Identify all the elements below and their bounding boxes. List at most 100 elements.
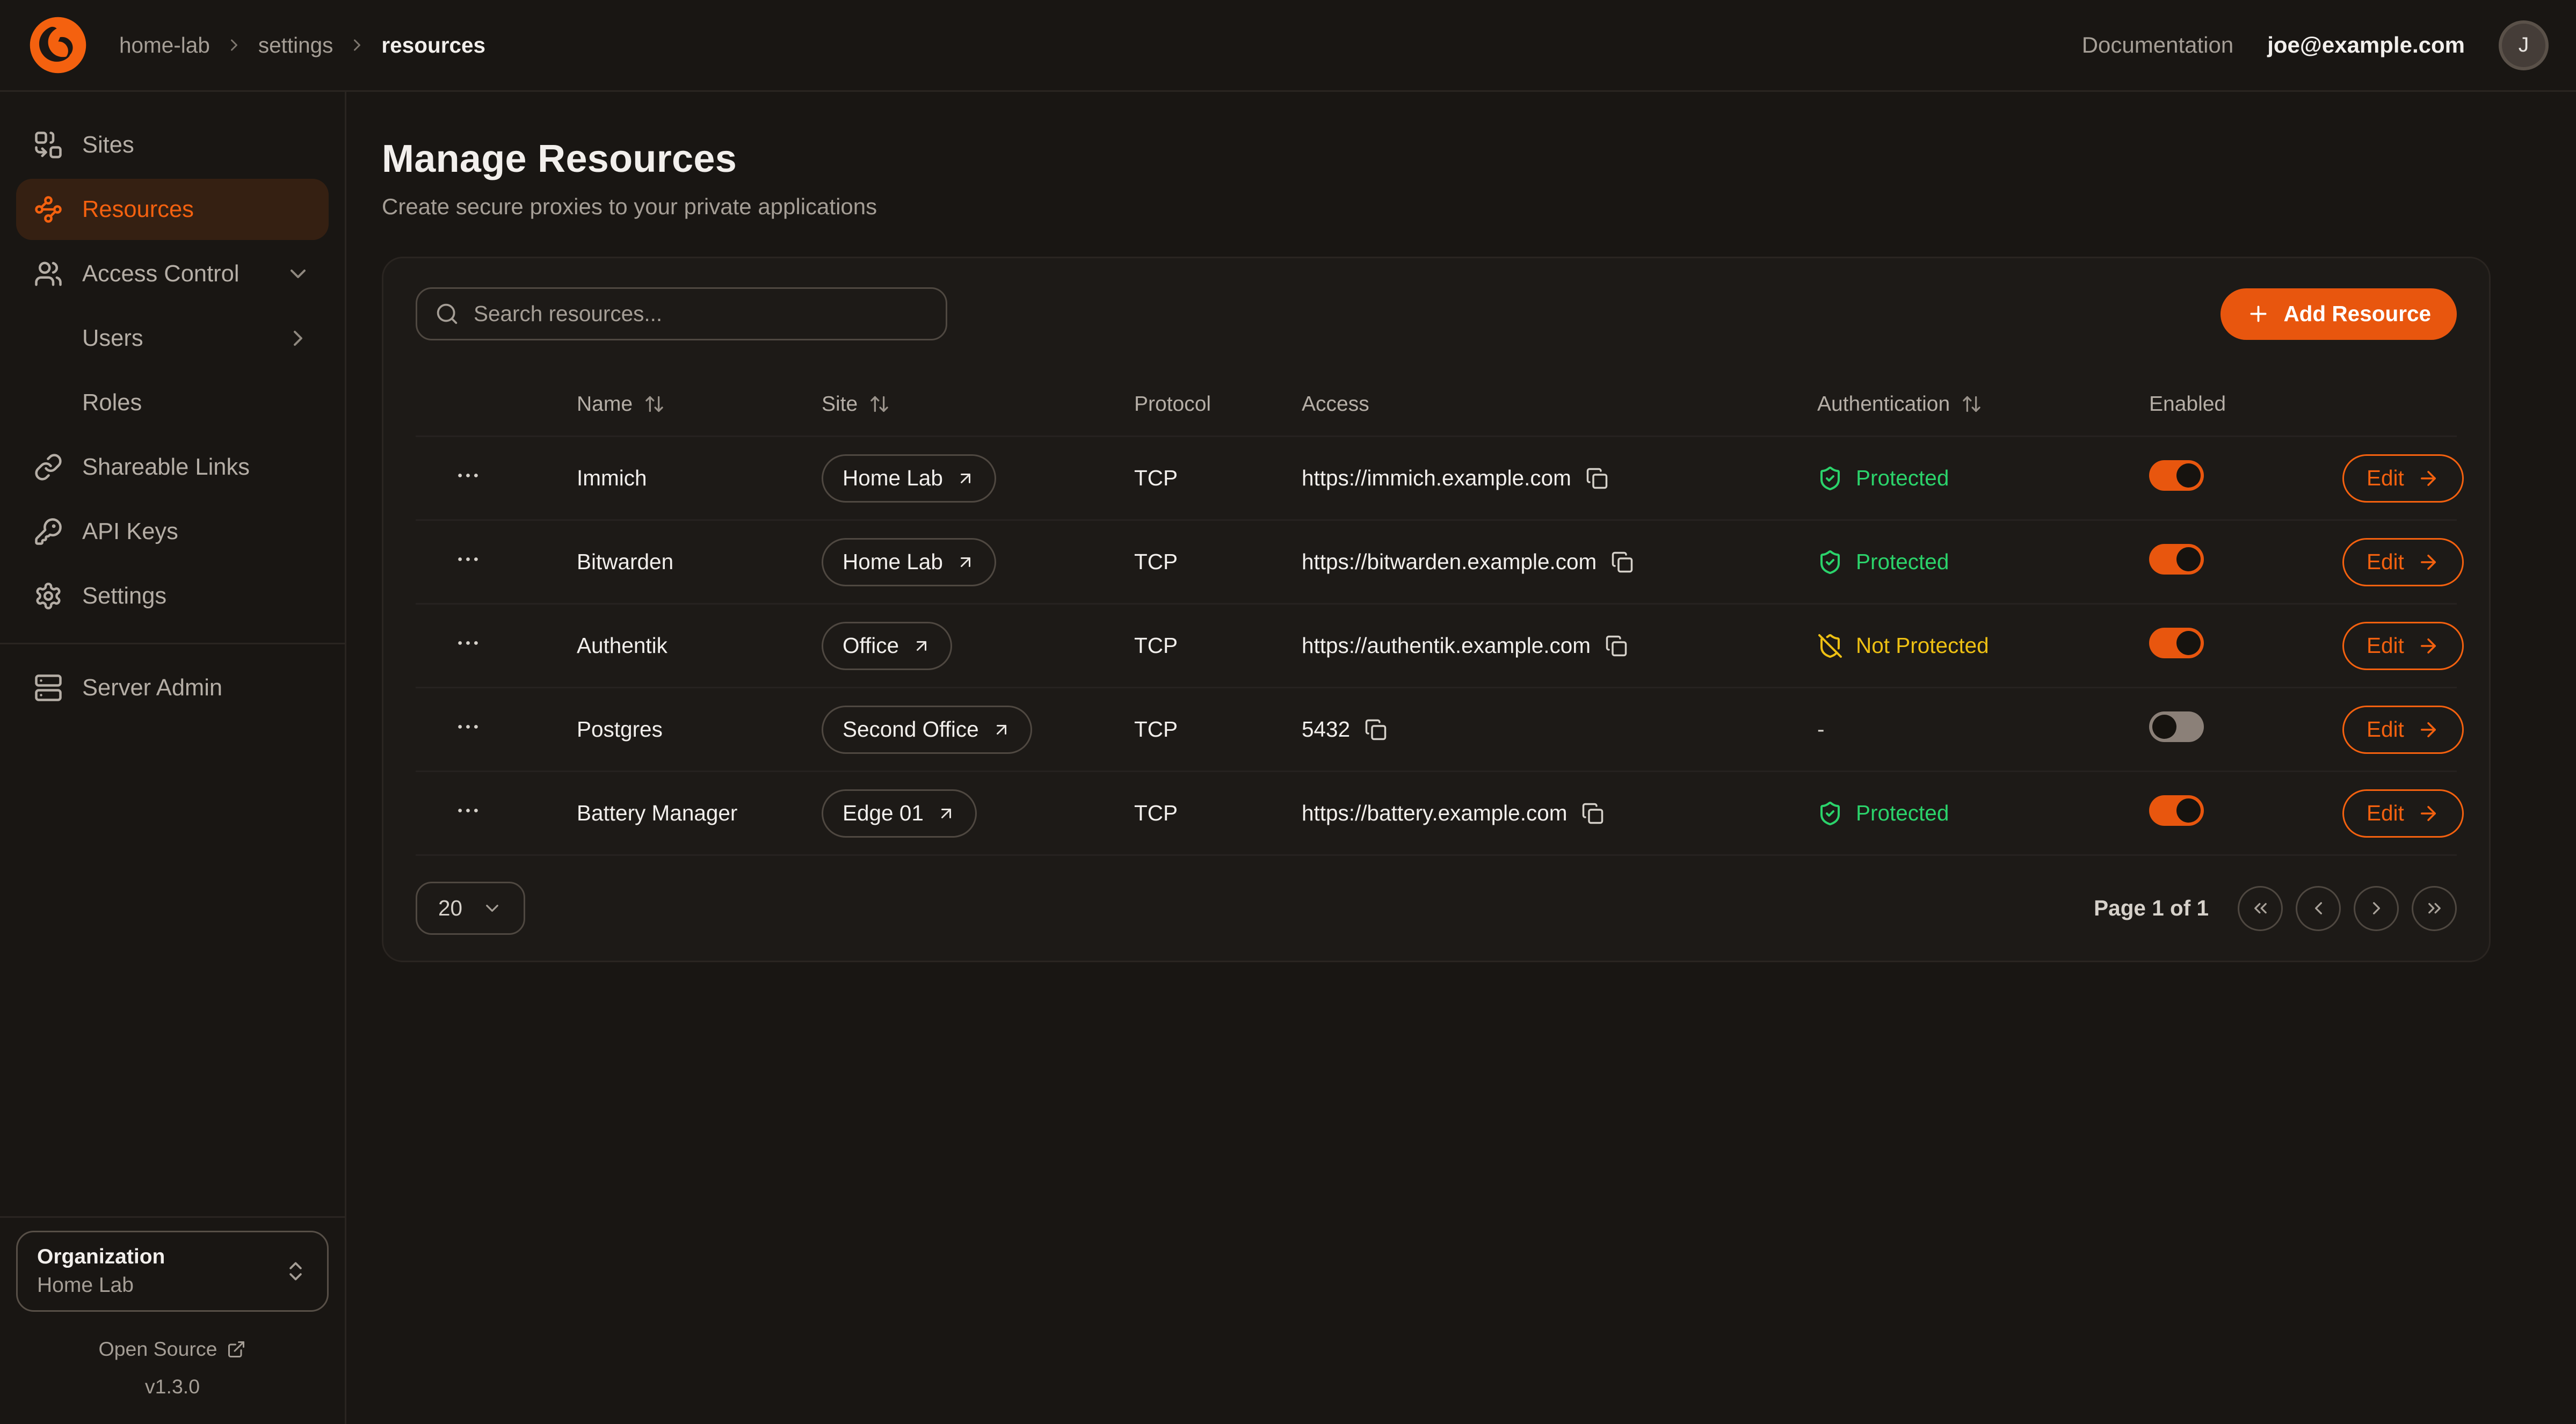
breadcrumb-settings[interactable]: settings bbox=[258, 33, 333, 58]
sidebar: Sites Resources Access Control Users Rol… bbox=[0, 92, 346, 1424]
previous-page-button[interactable] bbox=[2296, 886, 2341, 931]
site-link[interactable]: Home Lab bbox=[822, 538, 996, 586]
arrow-up-right-icon bbox=[937, 804, 956, 823]
sidebar-item-label: Sites bbox=[82, 132, 134, 158]
plus-icon bbox=[2246, 302, 2270, 326]
copy-icon[interactable] bbox=[1605, 635, 1628, 657]
auth-status: Not Protected bbox=[1817, 633, 2149, 659]
site-link[interactable]: Second Office bbox=[822, 706, 1032, 754]
auth-status-label: Protected bbox=[1856, 801, 1949, 826]
row-actions-button[interactable] bbox=[454, 546, 482, 573]
ellipsis-icon bbox=[454, 797, 482, 824]
next-page-button[interactable] bbox=[2354, 886, 2399, 931]
column-header-protocol: Protocol bbox=[1134, 393, 1302, 416]
search-icon bbox=[435, 302, 459, 326]
auth-status-label: Not Protected bbox=[1856, 633, 1989, 658]
arrow-up-right-icon bbox=[912, 636, 931, 656]
gear-icon bbox=[34, 582, 63, 611]
sidebar-item-users[interactable]: Users bbox=[16, 308, 329, 369]
copy-icon[interactable] bbox=[1365, 718, 1387, 741]
arrow-right-icon bbox=[2417, 467, 2440, 490]
pagination: 20 Page 1 of 1 bbox=[416, 882, 2457, 935]
site-link[interactable]: Office bbox=[822, 622, 952, 670]
organization-selector[interactable]: Organization Home Lab bbox=[16, 1231, 329, 1312]
column-header-access: Access bbox=[1302, 393, 1817, 416]
enabled-toggle[interactable] bbox=[2149, 711, 2204, 742]
row-actions-button[interactable] bbox=[454, 797, 482, 824]
key-icon bbox=[34, 517, 63, 546]
enabled-toggle[interactable] bbox=[2149, 460, 2204, 491]
sidebar-item-sites[interactable]: Sites bbox=[16, 114, 329, 176]
site-link[interactable]: Home Lab bbox=[822, 454, 996, 503]
table-row: Authentik Office TCP https://authentik.e… bbox=[416, 605, 2457, 688]
auth-status-label: - bbox=[1817, 717, 1825, 742]
site-name: Home Lab bbox=[843, 466, 943, 491]
sidebar-item-api-keys[interactable]: API Keys bbox=[16, 501, 329, 562]
open-source-link[interactable]: Open Source bbox=[16, 1338, 329, 1361]
ellipsis-icon bbox=[454, 629, 482, 657]
arrow-right-icon bbox=[2417, 635, 2440, 657]
site-name: Edge 01 bbox=[843, 801, 924, 826]
add-resource-button[interactable]: Add Resource bbox=[2221, 288, 2457, 340]
sidebar-item-server-admin[interactable]: Server Admin bbox=[16, 657, 329, 718]
breadcrumb-resources: resources bbox=[381, 33, 485, 58]
chevron-down-icon bbox=[285, 261, 311, 287]
first-page-button[interactable] bbox=[2238, 886, 2283, 931]
avatar[interactable]: J bbox=[2499, 20, 2549, 70]
site-name: Second Office bbox=[843, 717, 979, 742]
shield-off-icon bbox=[1817, 633, 1843, 659]
site-name: Home Lab bbox=[843, 549, 943, 575]
enabled-toggle[interactable] bbox=[2149, 544, 2204, 575]
row-actions-button[interactable] bbox=[454, 629, 482, 657]
access-value: 5432 bbox=[1302, 717, 1350, 742]
edit-button[interactable]: Edit bbox=[2342, 706, 2464, 754]
resource-name: Battery Manager bbox=[577, 801, 822, 826]
edit-button[interactable]: Edit bbox=[2342, 454, 2464, 503]
auth-status: - bbox=[1817, 717, 2149, 742]
organization-label: Organization bbox=[37, 1245, 284, 1269]
sidebar-item-settings[interactable]: Settings bbox=[16, 565, 329, 627]
chevrons-left-icon bbox=[2250, 898, 2271, 919]
site-link[interactable]: Edge 01 bbox=[822, 789, 977, 838]
edit-button[interactable]: Edit bbox=[2342, 622, 2464, 670]
row-actions-button[interactable] bbox=[454, 462, 482, 489]
sidebar-item-shareable-links[interactable]: Shareable Links bbox=[16, 437, 329, 498]
breadcrumb-home-lab[interactable]: home-lab bbox=[119, 33, 210, 58]
sidebar-divider bbox=[0, 1216, 345, 1218]
enabled-toggle[interactable] bbox=[2149, 628, 2204, 658]
user-email[interactable]: joe@example.com bbox=[2267, 32, 2465, 58]
auth-status-label: Protected bbox=[1856, 466, 1949, 491]
copy-icon[interactable] bbox=[1611, 551, 1634, 573]
page-size-select[interactable]: 20 bbox=[416, 882, 525, 935]
sidebar-item-label: Users bbox=[82, 325, 143, 352]
sidebar-item-access-control[interactable]: Access Control bbox=[16, 243, 329, 304]
search-input[interactable] bbox=[474, 301, 928, 326]
access-value: https://immich.example.com bbox=[1302, 466, 1571, 491]
sidebar-item-label: API Keys bbox=[82, 519, 178, 545]
resource-name: Authentik bbox=[577, 633, 822, 658]
arrow-right-icon bbox=[2417, 802, 2440, 825]
sidebar-item-roles[interactable]: Roles bbox=[16, 372, 329, 433]
row-actions-button[interactable] bbox=[454, 713, 482, 740]
chevron-right-icon bbox=[285, 325, 311, 351]
pangolin-logo-icon[interactable] bbox=[27, 14, 89, 76]
breadcrumb: home-lab settings resources bbox=[119, 33, 485, 58]
table-row: Immich Home Lab TCP https://immich.examp… bbox=[416, 437, 2457, 521]
copy-icon[interactable] bbox=[1581, 802, 1604, 825]
app-window: home-lab settings resources Documentatio… bbox=[0, 0, 2576, 1424]
protocol-value: TCP bbox=[1134, 466, 1302, 491]
column-header-site[interactable]: Site bbox=[822, 393, 1134, 416]
arrow-up-right-icon bbox=[956, 469, 975, 488]
edit-button[interactable]: Edit bbox=[2342, 789, 2464, 838]
edit-button[interactable]: Edit bbox=[2342, 538, 2464, 586]
column-header-name[interactable]: Name bbox=[577, 393, 822, 416]
enabled-toggle[interactable] bbox=[2149, 795, 2204, 826]
documentation-link[interactable]: Documentation bbox=[2082, 32, 2234, 58]
access-value: https://battery.example.com bbox=[1302, 801, 1567, 826]
sidebar-item-resources[interactable]: Resources bbox=[16, 179, 329, 240]
column-header-authentication[interactable]: Authentication bbox=[1817, 393, 2149, 416]
main-content: Manage Resources Create secure proxies t… bbox=[346, 92, 2576, 1424]
copy-icon[interactable] bbox=[1586, 467, 1608, 490]
arrow-right-icon bbox=[2417, 718, 2440, 741]
last-page-button[interactable] bbox=[2412, 886, 2457, 931]
